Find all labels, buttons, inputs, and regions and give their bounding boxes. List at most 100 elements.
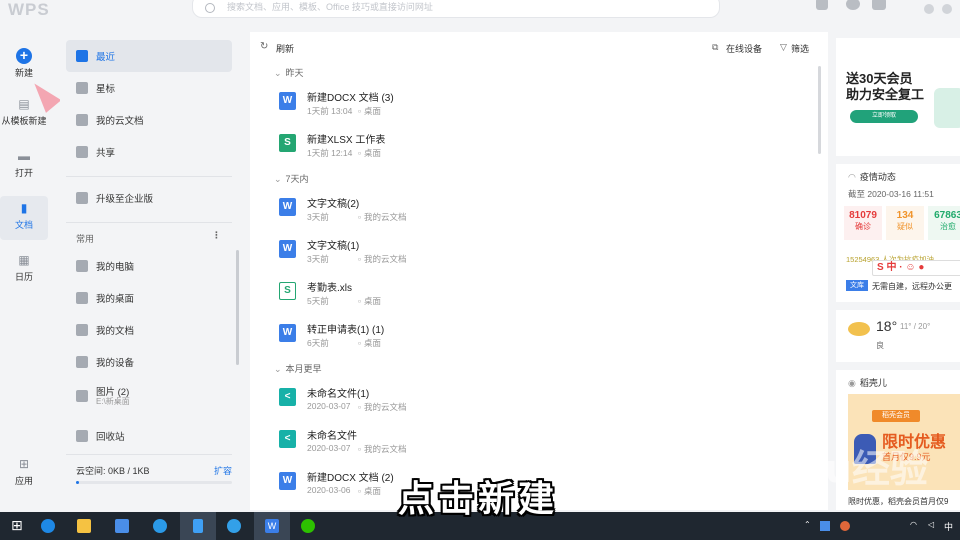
rail-calendar[interactable]: ▦ 日历 xyxy=(0,248,48,292)
taskbar-wechat[interactable] xyxy=(290,512,326,540)
file-row[interactable]: W 新建DOCX 文档 (3) 1天前 13:04 桌面 xyxy=(250,86,810,128)
epidemic-card[interactable]: ◠ 疫情动态 截至 2020-03-16 11:51 81079 确诊 134 疑… xyxy=(836,164,960,302)
online-devices-button[interactable]: 在线设备 xyxy=(726,42,762,55)
weather-card[interactable]: 18° 11° / 20° 良 xyxy=(836,310,960,362)
confirmed-label: 确诊 xyxy=(855,222,871,231)
file-name: 新建XLSX 工作表 xyxy=(307,135,386,146)
cloud-icon xyxy=(76,114,88,126)
nav-upgrade[interactable]: 升级至企业版 xyxy=(66,182,232,214)
promo-card[interactable]: 送30天会员 助力安全复工 立即领取 xyxy=(836,38,960,156)
rail-apps-label: 应用 xyxy=(14,476,33,486)
file-row[interactable]: S 考勤表.xls 5天前 桌面 xyxy=(250,276,810,318)
file-type-icon: W xyxy=(279,324,296,342)
tray-shield-icon[interactable] xyxy=(820,521,830,531)
file-location: 桌面 xyxy=(358,337,381,349)
nav-my-computer-label: 我的电脑 xyxy=(96,262,135,273)
file-location: 我的云文档 xyxy=(358,401,407,413)
headset-icon[interactable] xyxy=(816,0,828,10)
taskbar-ie[interactable] xyxy=(216,512,252,540)
nav-pictures[interactable]: 图片 (2) xyxy=(66,378,232,410)
tray-chevron-icon[interactable]: ⌃ xyxy=(804,520,811,529)
taskbar-explorer[interactable] xyxy=(66,512,102,540)
taskbar-browser[interactable] xyxy=(142,512,178,540)
file-row[interactable]: W 文字文稿(2) 3天前 我的云文档 xyxy=(250,192,810,234)
nav-my-devices[interactable]: 我的设备 xyxy=(66,346,232,378)
file-row[interactable]: W 转正申请表(1) (1) 6天前 桌面 xyxy=(250,318,810,360)
wps-logo: WPS xyxy=(8,0,50,19)
skin-icon[interactable] xyxy=(872,0,886,10)
nav-cloud[interactable]: 我的云文档 xyxy=(66,104,232,136)
document-icon: ▮ xyxy=(20,201,28,215)
storage-text: 云空间: 0KB / 1KB xyxy=(76,466,150,476)
epidemic-stats: 81079 确诊 134 疑似 67863 治愈 xyxy=(840,204,960,240)
taskbar-phone[interactable] xyxy=(180,512,216,540)
tray-wifi-icon[interactable]: ◠ xyxy=(910,520,917,529)
group-label[interactable]: 本月更早 xyxy=(274,362,322,375)
weather-range: 11° / 20° xyxy=(900,322,931,331)
template-icon: ▤ xyxy=(18,97,30,111)
nav-starred[interactable]: 星标 xyxy=(66,72,232,104)
wenku-text[interactable]: 无需自建，远程办公更 xyxy=(872,281,952,292)
divider xyxy=(66,454,232,455)
search-icon xyxy=(205,3,215,13)
hexagon-icon[interactable] xyxy=(924,4,934,14)
promo-claim-button[interactable]: 立即领取 xyxy=(850,110,918,123)
file-time: 2020-03-06 xyxy=(307,485,351,495)
suspected-label: 疑似 xyxy=(897,222,913,231)
nav-recent[interactable]: 最近 xyxy=(66,40,232,72)
gear-icon[interactable] xyxy=(846,0,860,10)
filter-icon: ▽ xyxy=(780,42,787,52)
file-location: 我的云文档 xyxy=(358,443,407,455)
nav-my-computer[interactable]: 我的电脑 xyxy=(66,250,232,282)
desktop-icon xyxy=(76,292,88,304)
title-bar: WPS 搜索文档、应用、模板、Office 技巧或直接访问网址 xyxy=(0,0,960,26)
group-label[interactable]: 7天内 xyxy=(274,172,309,185)
file-name: 新建DOCX 文档 (3) xyxy=(307,93,394,104)
list-toolbar: ↻ 刷新 ⧉ 在线设备 ▽ 筛选 xyxy=(250,32,828,60)
docer-title: ◉ 稻壳儿 xyxy=(836,370,960,389)
air-quality: 良 xyxy=(876,341,884,350)
rail-new-label: 新建 xyxy=(14,68,33,78)
confirmed-value: 81079 xyxy=(849,210,877,221)
list-scrollbar[interactable] xyxy=(818,66,821,154)
edge-icon xyxy=(41,519,55,533)
expand-link[interactable]: 扩容 xyxy=(214,464,232,477)
group-label[interactable]: 昨天 xyxy=(274,66,304,79)
filter-button[interactable]: 筛选 xyxy=(791,42,809,55)
rail-open[interactable]: ▬ 打开 xyxy=(0,144,48,188)
computer-icon xyxy=(76,260,88,272)
search-box[interactable]: 搜索文档、应用、模板、Office 技巧或直接访问网址 xyxy=(192,0,720,18)
taskbar-edge[interactable] xyxy=(30,512,66,540)
devices-icon: ⧉ xyxy=(712,42,719,52)
file-row[interactable]: W 文字文稿(1) 3天前 我的云文档 xyxy=(250,234,810,276)
file-time: 6天前 xyxy=(307,338,329,348)
pictures-path: E:\新桌面 xyxy=(96,397,130,406)
rail-apps[interactable]: ⊞ 应用 xyxy=(0,452,48,496)
avatar[interactable] xyxy=(942,4,952,14)
nav-scrollbar[interactable] xyxy=(236,250,239,365)
file-row[interactable]: < 未命名文件(1)2020-03-07 我的云文档 xyxy=(250,382,810,424)
more-icon[interactable]: ⋮ xyxy=(212,230,221,241)
refresh-icon[interactable]: ↻ xyxy=(260,41,268,52)
tray-app-icon[interactable] xyxy=(840,521,850,531)
file-location: 我的云文档 xyxy=(358,211,407,223)
taskbar-wps[interactable]: W xyxy=(254,512,290,540)
file-row[interactable]: S 新建XLSX 工作表 1天前 12:14 桌面 xyxy=(250,128,810,170)
rail-open-label: 打开 xyxy=(14,168,33,178)
nav-shared[interactable]: 共享 xyxy=(66,136,232,168)
nav-my-documents[interactable]: 我的文档 xyxy=(66,314,232,346)
refresh-button[interactable]: 刷新 xyxy=(276,42,294,55)
tray-volume-icon[interactable]: ◁ xyxy=(928,520,934,529)
rail-docs[interactable]: ▮ 文档 xyxy=(0,196,48,240)
ime-toolbar[interactable]: S 中 · ☺ ● xyxy=(872,260,960,276)
nav-recycle[interactable]: 回收站 xyxy=(66,420,232,452)
wps-writer-icon: W xyxy=(265,519,279,533)
tray-ime-indicator[interactable]: 中 xyxy=(944,520,953,533)
file-row[interactable]: < 未命名文件2020-03-07 我的云文档 xyxy=(250,424,810,466)
taskbar-store[interactable] xyxy=(104,512,140,540)
file-name: 转正申请表(1) (1) xyxy=(307,325,385,336)
nav-my-desktop[interactable]: 我的桌面 xyxy=(66,282,232,314)
docer-footer: 限时优惠，稻壳会员首月仅9 xyxy=(848,497,949,506)
common-section-title: 常用 xyxy=(76,234,95,244)
nav-panel: 最近 星标 我的云文档 共享 升级至企业版 常用 ⋮ 我的电脑 我的桌面 我的文… xyxy=(60,38,238,510)
